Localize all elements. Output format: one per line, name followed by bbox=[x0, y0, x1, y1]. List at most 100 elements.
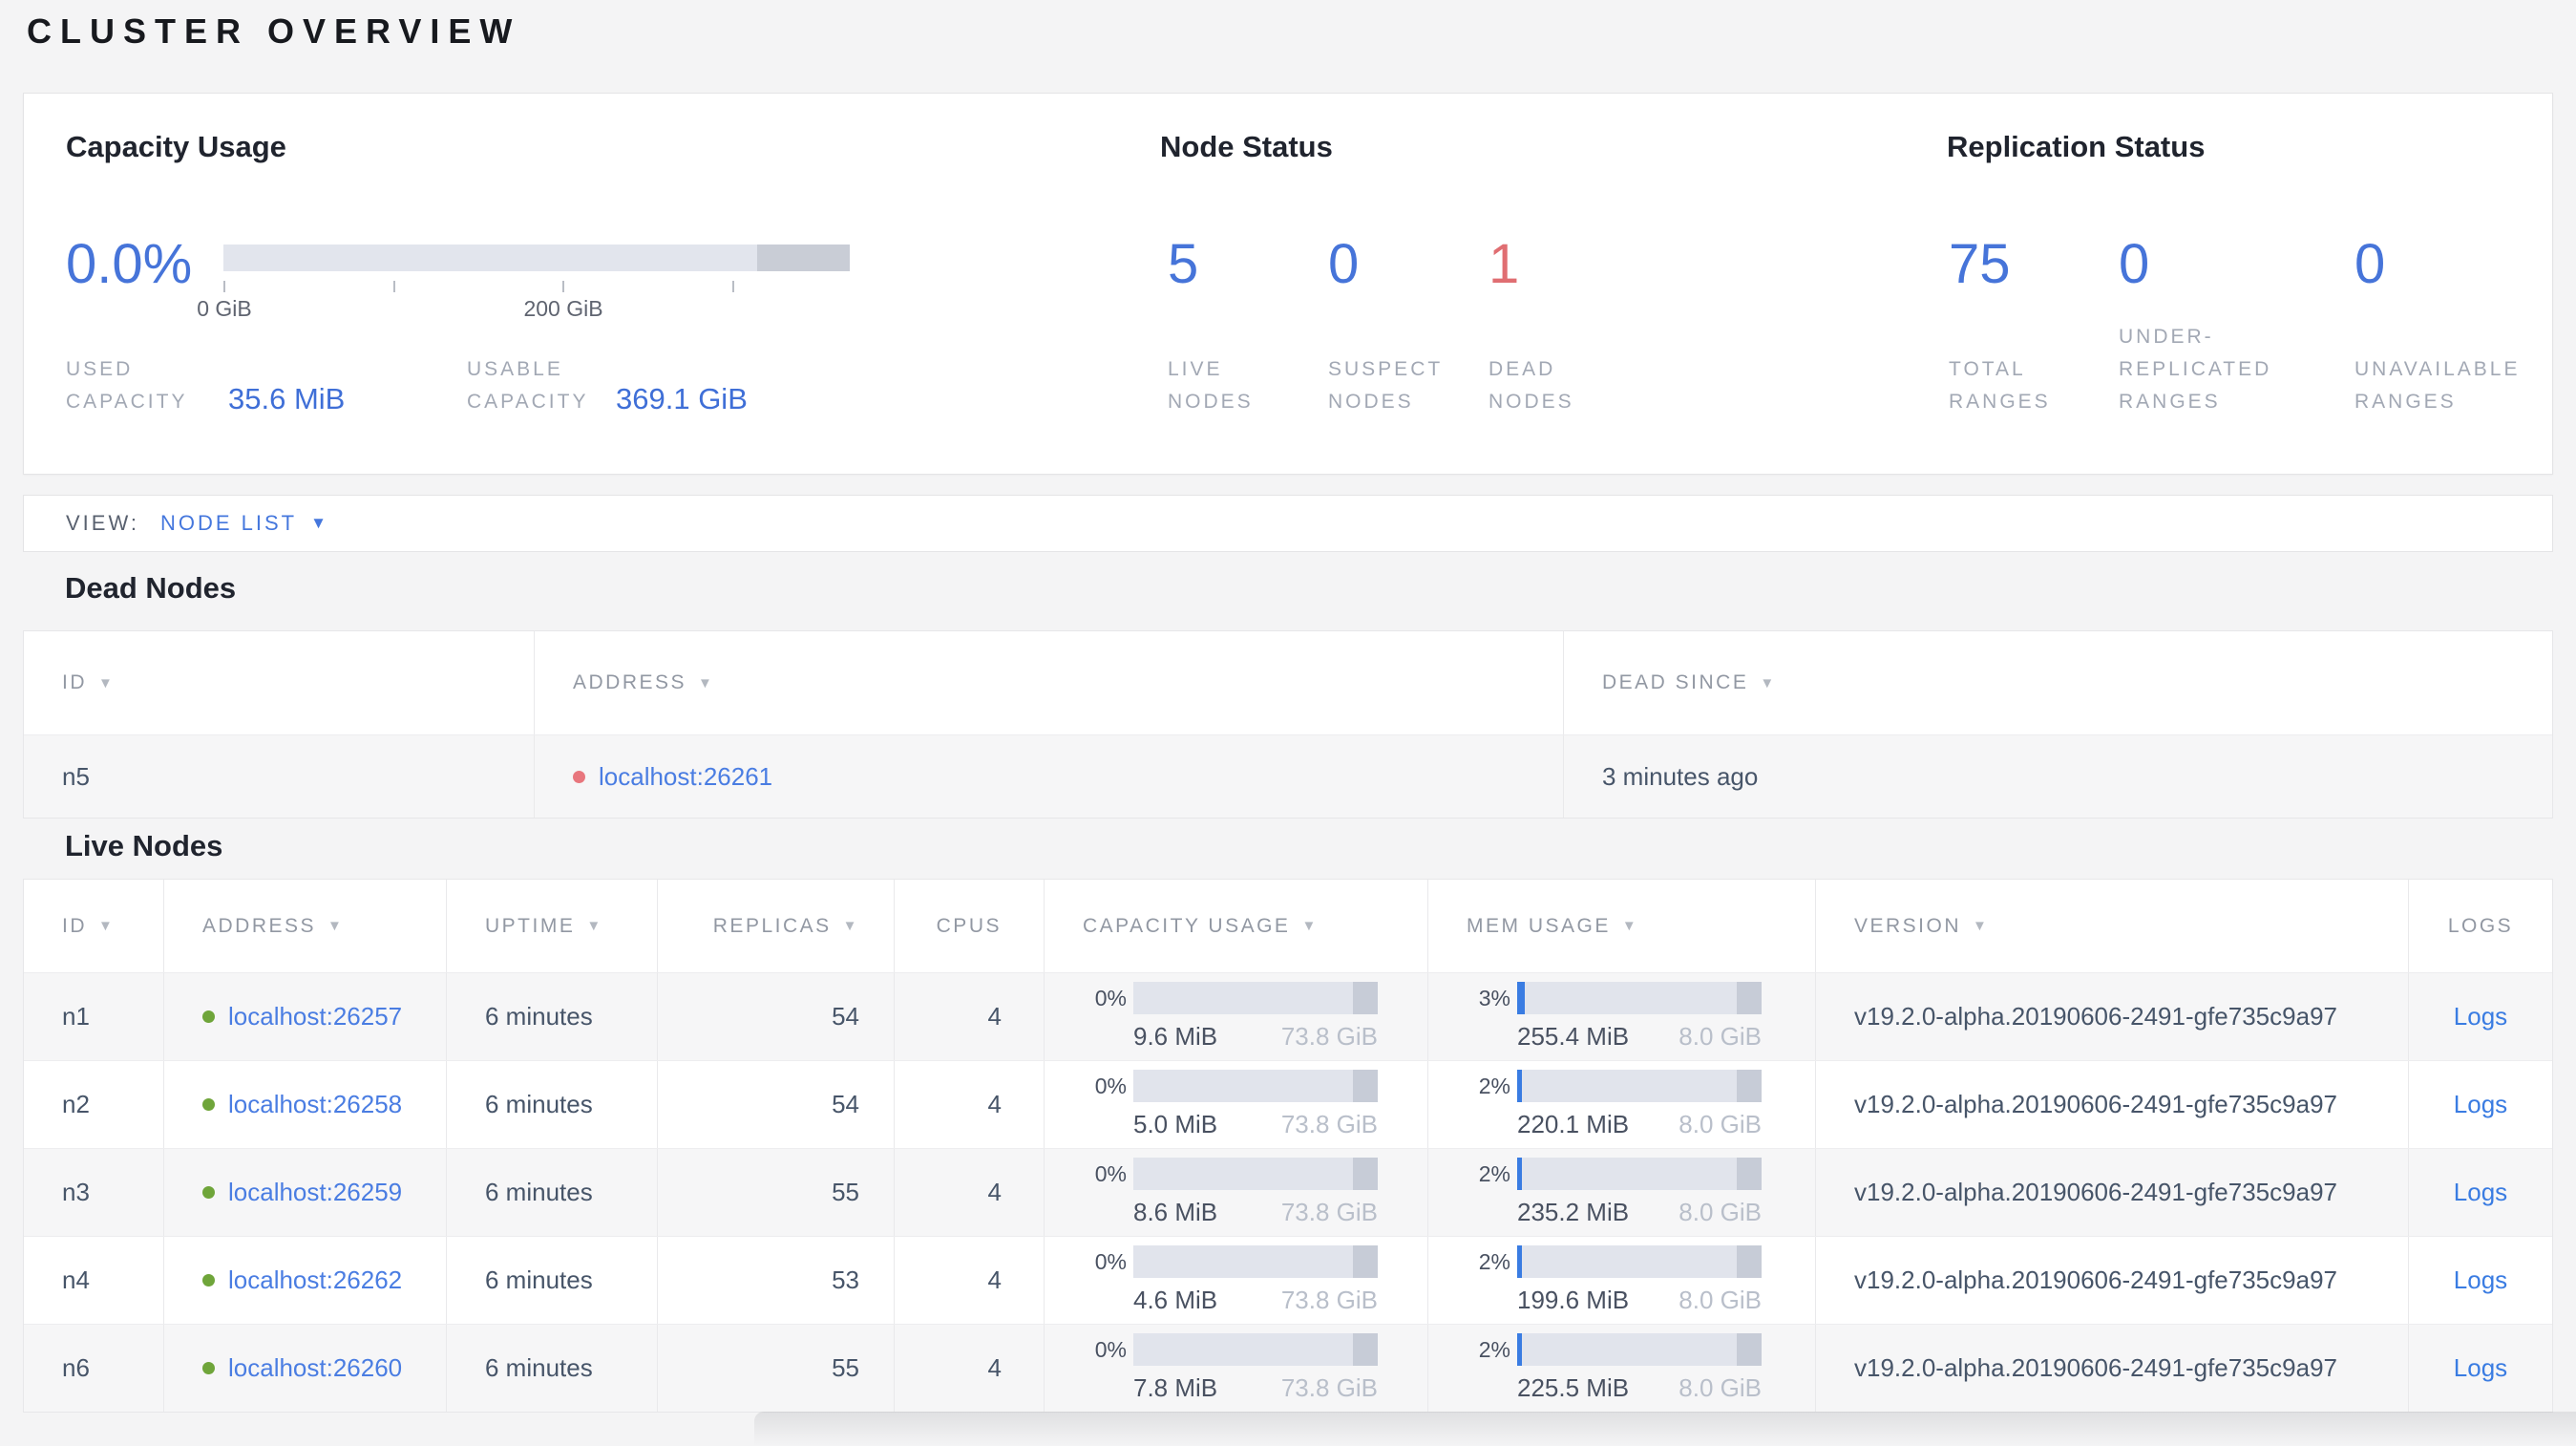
page-title: CLUSTER OVERVIEW bbox=[27, 11, 521, 51]
mem-total-value: 8.0 GiB bbox=[1679, 1022, 1762, 1051]
sort-desc-icon: ▼ bbox=[98, 918, 116, 934]
unavailable-ranges-count: 0 bbox=[2354, 233, 2386, 295]
axis-tick-label-200: 200 GiB bbox=[523, 296, 603, 321]
node-address-link[interactable]: localhost:26261 bbox=[599, 762, 772, 792]
logs-link[interactable]: Logs bbox=[2454, 1002, 2507, 1031]
total-ranges-label: TOTAL RANGES bbox=[1949, 358, 2051, 413]
node-address-cell: localhost:26259 bbox=[164, 1149, 447, 1236]
node-id: n2 bbox=[24, 1061, 164, 1148]
node-address-link[interactable]: localhost:26260 bbox=[228, 1353, 402, 1383]
capacity-used-value: 4.6 MiB bbox=[1133, 1286, 1218, 1314]
axis-tick bbox=[393, 281, 395, 292]
capacity-total-value: 73.8 GiB bbox=[1280, 1286, 1378, 1314]
logs-link[interactable]: Logs bbox=[2454, 1178, 2507, 1207]
node-address-link[interactable]: localhost:26257 bbox=[228, 1002, 402, 1031]
mem-usage-cell: 2% 235.2 MiB 8.0 GiB bbox=[1428, 1149, 1816, 1236]
logs-link[interactable]: Logs bbox=[2454, 1265, 2507, 1295]
node-cpus: 4 bbox=[895, 1061, 1045, 1148]
capacity-total-value: 73.8 GiB bbox=[1280, 1110, 1378, 1138]
column-header-id[interactable]: ID ▼ bbox=[24, 880, 164, 972]
axis-tick bbox=[223, 281, 225, 292]
node-address-link[interactable]: localhost:26259 bbox=[228, 1178, 402, 1207]
node-id: n6 bbox=[24, 1325, 164, 1412]
mem-percent: 2% bbox=[1478, 1160, 1510, 1186]
node-uptime: 6 minutes bbox=[447, 1061, 658, 1148]
logs-cell: Logs bbox=[2409, 1061, 2552, 1148]
table-row: n2 localhost:26258 6 minutes 54 4 0% 5.0… bbox=[24, 1060, 2552, 1148]
mem-percent: 3% bbox=[1478, 985, 1510, 1010]
sort-desc-icon: ▼ bbox=[1973, 918, 1990, 934]
node-id: n3 bbox=[24, 1149, 164, 1236]
node-address-link[interactable]: localhost:26262 bbox=[228, 1265, 402, 1295]
capacity-usage-bar bbox=[1133, 982, 1378, 1014]
node-version: v19.2.0-alpha.20190606-2491-gfe735c9a97 bbox=[1816, 1149, 2409, 1236]
dead-node-id: n5 bbox=[24, 735, 535, 818]
capacity-usage-heading: Capacity Usage bbox=[66, 130, 286, 163]
dead-nodes-heading: Dead Nodes bbox=[65, 571, 237, 605]
node-address-cell: localhost:26257 bbox=[164, 973, 447, 1060]
mem-percent: 2% bbox=[1478, 1248, 1510, 1274]
capacity-used-value: 7.8 MiB bbox=[1133, 1373, 1218, 1402]
capacity-usage-bar bbox=[1133, 1245, 1378, 1278]
column-header-version[interactable]: VERSION ▼ bbox=[1816, 880, 2409, 972]
sort-desc-icon: ▼ bbox=[698, 674, 715, 691]
mem-used-value: 255.4 MiB bbox=[1517, 1022, 1630, 1051]
mem-usage-cell: 2% 199.6 MiB 8.0 GiB bbox=[1428, 1237, 1816, 1324]
capacity-usage-cell: 0% 7.8 MiB 73.8 GiB bbox=[1045, 1325, 1428, 1412]
under-replicated-ranges-count: 0 bbox=[2119, 233, 2150, 295]
usable-capacity-value: 369.1 GiB bbox=[616, 382, 748, 415]
node-uptime: 6 minutes bbox=[447, 1237, 658, 1324]
column-header-capacity-usage[interactable]: CAPACITY USAGE ▼ bbox=[1045, 880, 1428, 972]
bottom-shadow bbox=[754, 1412, 2576, 1446]
node-uptime: 6 minutes bbox=[447, 973, 658, 1060]
node-status-dot-live bbox=[202, 1010, 215, 1023]
mem-usage-cell: 2% 220.1 MiB 8.0 GiB bbox=[1428, 1061, 1816, 1148]
view-label: VIEW: bbox=[66, 511, 139, 535]
node-address-cell: localhost:26258 bbox=[164, 1061, 447, 1148]
column-header-id[interactable]: ID ▼ bbox=[24, 631, 535, 734]
node-cpus: 4 bbox=[895, 1237, 1045, 1324]
logs-cell: Logs bbox=[2409, 1237, 2552, 1324]
node-replicas: 55 bbox=[658, 1149, 895, 1236]
node-address-cell: localhost:26262 bbox=[164, 1237, 447, 1324]
view-selector-dropdown[interactable]: NODE LIST ▼ bbox=[160, 511, 329, 536]
column-header-cpus[interactable]: CPUS bbox=[895, 880, 1045, 972]
capacity-total-value: 73.8 GiB bbox=[1280, 1022, 1378, 1051]
live-nodes-heading: Live Nodes bbox=[65, 829, 223, 862]
capacity-usage-bar bbox=[223, 245, 850, 271]
node-replicas: 53 bbox=[658, 1237, 895, 1324]
mem-used-value: 235.2 MiB bbox=[1517, 1198, 1630, 1226]
column-header-uptime[interactable]: UPTIME ▼ bbox=[447, 880, 658, 972]
node-status-dot-live bbox=[202, 1274, 215, 1287]
node-version: v19.2.0-alpha.20190606-2491-gfe735c9a97 bbox=[1816, 1325, 2409, 1412]
capacity-percent: 0% bbox=[1094, 985, 1127, 1010]
sort-desc-icon: ▼ bbox=[842, 918, 859, 934]
capacity-used-value: 5.0 MiB bbox=[1133, 1110, 1218, 1138]
used-capacity-label: USED CAPACITY bbox=[66, 358, 188, 413]
dead-nodes-header-row: ID ▼ ADDRESS ▼ DEAD SINCE ▼ bbox=[24, 631, 2552, 734]
mem-used-value: 199.6 MiB bbox=[1517, 1286, 1630, 1314]
mem-usage-cell: 3% 255.4 MiB 8.0 GiB bbox=[1428, 973, 1816, 1060]
suspect-nodes-label: SUSPECT NODES bbox=[1328, 358, 1443, 413]
capacity-percent: 0% bbox=[1094, 1160, 1127, 1186]
mem-usage-bar bbox=[1517, 1333, 1762, 1366]
column-header-mem-usage[interactable]: MEM USAGE ▼ bbox=[1428, 880, 1816, 972]
node-status-heading: Node Status bbox=[1160, 130, 1333, 163]
node-address-cell: localhost:26260 bbox=[164, 1325, 447, 1412]
mem-total-value: 8.0 GiB bbox=[1679, 1286, 1762, 1314]
column-header-address[interactable]: ADDRESS ▼ bbox=[535, 631, 1564, 734]
live-nodes-label: LIVE NODES bbox=[1168, 358, 1254, 413]
node-status-dot-dead bbox=[573, 770, 585, 783]
node-address-link[interactable]: localhost:26258 bbox=[228, 1090, 402, 1119]
node-cpus: 4 bbox=[895, 1325, 1045, 1412]
logs-link[interactable]: Logs bbox=[2454, 1090, 2507, 1119]
mem-used-value: 225.5 MiB bbox=[1517, 1373, 1630, 1402]
logs-link[interactable]: Logs bbox=[2454, 1353, 2507, 1383]
sort-desc-icon: ▼ bbox=[1301, 918, 1319, 934]
capacity-used-value: 8.6 MiB bbox=[1133, 1198, 1218, 1226]
column-header-replicas[interactable]: REPLICAS ▼ bbox=[658, 880, 895, 972]
column-header-dead-since[interactable]: DEAD SINCE ▼ bbox=[1564, 631, 2552, 734]
column-header-address[interactable]: ADDRESS ▼ bbox=[164, 880, 447, 972]
mem-total-value: 8.0 GiB bbox=[1679, 1110, 1762, 1138]
node-replicas: 54 bbox=[658, 973, 895, 1060]
